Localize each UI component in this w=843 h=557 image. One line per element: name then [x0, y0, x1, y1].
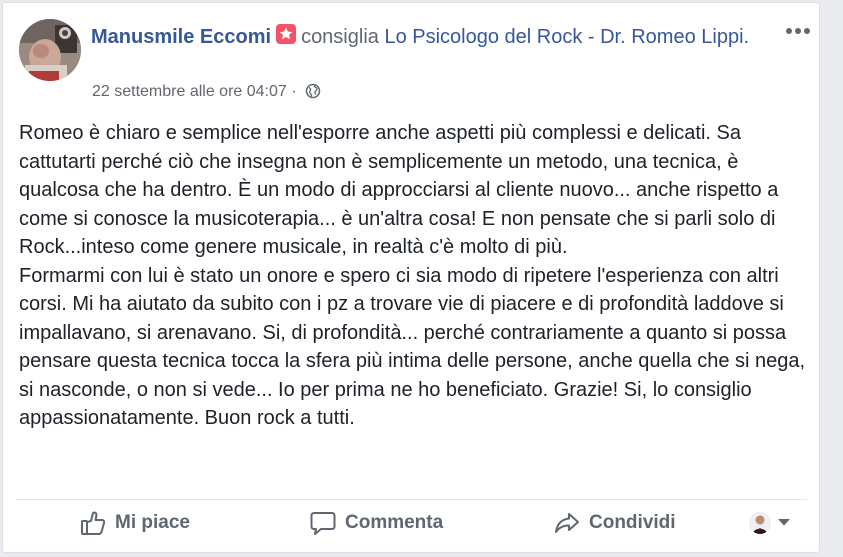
- comment-button[interactable]: Commenta: [309, 508, 443, 538]
- recommended-page-link[interactable]: Lo Psicologo del Rock - Dr. Romeo Lippi: [384, 26, 743, 48]
- current-user-avatar: [749, 512, 771, 534]
- share-label: Condividi: [589, 512, 676, 533]
- header-period: .: [743, 26, 750, 48]
- like-label: Mi piace: [115, 512, 190, 533]
- post-header: Manusmile Eccomi consiglia Lo Psicologo d…: [91, 23, 781, 51]
- thumbs-up-icon: [81, 511, 106, 535]
- post-meta: 22 settembre alle ore 04:07 ·: [92, 81, 321, 106]
- chevron-down-icon: [777, 514, 791, 532]
- like-button[interactable]: Mi piace: [79, 508, 190, 538]
- post-text: Romeo è chiaro e semplice nell'esporre a…: [19, 119, 819, 433]
- post-paragraph: Formarmi con lui è stato un onore e sper…: [19, 264, 806, 430]
- post-card: Manusmile Eccomi consiglia Lo Psicologo d…: [2, 2, 820, 553]
- comment-bubble-icon: [310, 512, 336, 535]
- post-paragraph: Romeo è chiaro e semplice nell'esporre a…: [19, 122, 779, 258]
- globe-icon[interactable]: [305, 83, 321, 106]
- reaction-identity-selector[interactable]: [749, 508, 791, 538]
- recommend-star-icon: [275, 23, 297, 45]
- author-name[interactable]: Manusmile Eccomi: [91, 26, 271, 48]
- recommend-verb: consiglia: [301, 26, 379, 48]
- post-actions-bar: Mi piace Commenta Condividi: [15, 499, 807, 544]
- share-arrow-icon: [555, 513, 579, 533]
- comment-label: Commenta: [345, 512, 444, 533]
- meta-separator: ·: [291, 83, 297, 100]
- more-options-icon[interactable]: [783, 21, 813, 41]
- author-avatar[interactable]: [19, 19, 81, 81]
- post-timestamp[interactable]: 22 settembre alle ore 04:07: [92, 83, 287, 100]
- avatar-photo: [19, 19, 81, 81]
- share-button[interactable]: Condividi: [553, 508, 676, 538]
